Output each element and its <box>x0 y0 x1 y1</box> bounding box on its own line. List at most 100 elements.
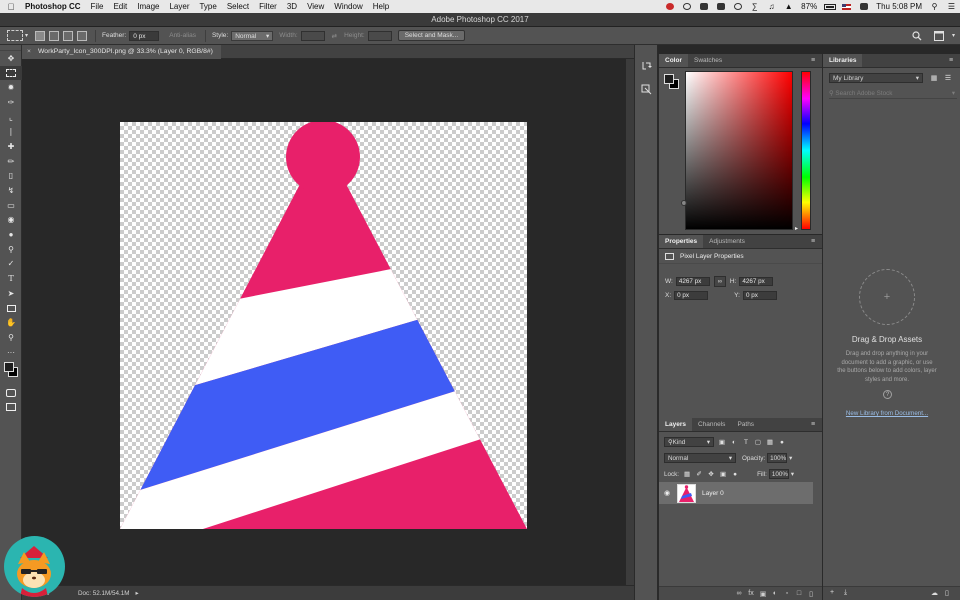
tab-paths[interactable]: Paths <box>731 418 760 431</box>
quick-mask-icon[interactable] <box>0 385 22 400</box>
spotlight-icon[interactable]: ⚲ <box>928 2 941 11</box>
list-view-icon[interactable]: ☰ <box>943 73 953 83</box>
add-content-icon[interactable]: + <box>830 589 834 596</box>
clone-stamp-tool-icon[interactable]: ▯ <box>0 169 22 184</box>
menu-edit[interactable]: Edit <box>108 2 132 11</box>
drop-zone-add-icon[interactable]: + <box>859 269 915 325</box>
pen-tool-icon[interactable]: ✓ <box>0 257 22 272</box>
grid-view-icon[interactable]: ▦ <box>929 73 939 83</box>
filter-smart-object-icon[interactable]: ▦ <box>766 438 774 446</box>
menu-filter[interactable]: Filter <box>254 2 282 11</box>
status-cloud-icon[interactable] <box>714 3 727 11</box>
saturation-brightness-field[interactable] <box>685 71 793 230</box>
lock-artboard-icon[interactable]: ▣ <box>719 470 727 478</box>
notification-center-icon[interactable]: ☰ <box>945 2 958 11</box>
trash-icon[interactable]: ▯ <box>945 589 949 597</box>
tool-preset-caret-icon[interactable]: ▾ <box>25 32 28 39</box>
document-tab[interactable]: × WorkParty_Icon_300DPI.png @ 33.3% (Lay… <box>22 45 221 59</box>
lock-position-icon[interactable]: ✥ <box>707 470 715 478</box>
filter-pixel-icon[interactable]: ▣ <box>718 438 726 446</box>
new-library-from-document-link[interactable]: New Library from Document... <box>823 410 951 417</box>
color-picker-cursor[interactable] <box>681 200 687 206</box>
menu-type[interactable]: Type <box>194 2 221 11</box>
path-selection-tool-icon[interactable]: ➤ <box>0 286 22 301</box>
canvas-vertical-scrollbar[interactable] <box>626 59 634 585</box>
quick-selection-tool-icon[interactable]: ✑ <box>0 95 22 110</box>
menu-layer[interactable]: Layer <box>164 2 194 11</box>
new-layer-icon[interactable]: □ <box>793 590 805 597</box>
status-circle-icon[interactable] <box>680 3 693 11</box>
rectangle-tool-icon[interactable] <box>0 301 22 316</box>
tab-color[interactable]: Color <box>659 54 688 67</box>
new-group-icon[interactable]: ▫ <box>781 590 793 597</box>
height-field[interactable]: 4267 px <box>739 277 774 286</box>
eraser-tool-icon[interactable]: ▭ <box>0 198 22 213</box>
tab-libraries[interactable]: Libraries <box>823 54 863 67</box>
select-and-mask-button[interactable]: Select and Mask... <box>397 30 466 41</box>
panel-menu-icon[interactable]: ≡ <box>811 421 818 428</box>
type-tool-icon[interactable]: T <box>0 271 22 286</box>
panel-menu-icon[interactable]: ≡ <box>811 238 818 245</box>
feather-input[interactable]: 0 px <box>129 30 160 41</box>
menubar-clock[interactable]: Thu 5:08 PM <box>872 2 926 11</box>
visibility-eye-icon[interactable]: ◉ <box>659 489 675 497</box>
link-layers-icon[interactable]: ∞ <box>733 590 745 597</box>
stock-search-input[interactable]: ⚲ Search Adobe Stock ▾ <box>829 89 957 99</box>
layer-row[interactable]: ◉ Layer 0 <box>659 482 813 504</box>
filter-shape-icon[interactable]: ▢ <box>754 438 762 446</box>
paint-bucket-tool-icon[interactable]: ◉ <box>0 213 22 228</box>
adjustment-layer-icon[interactable]: ◐ <box>769 590 781 597</box>
wifi-icon[interactable]: ▲ <box>782 2 795 11</box>
creative-cloud-icon[interactable]: ☁ <box>931 589 938 597</box>
tab-properties[interactable]: Properties <box>659 235 704 248</box>
library-select[interactable]: My Library ▾ <box>829 73 923 83</box>
new-selection-icon[interactable] <box>35 30 46 41</box>
panel-menu-icon[interactable]: ≡ <box>949 57 956 64</box>
blend-mode-select[interactable]: Normal ▾ <box>664 453 736 463</box>
antialias-checkbox[interactable]: Anti-alias <box>169 32 196 39</box>
menu-3d[interactable]: 3D <box>282 2 302 11</box>
status-menu-icon[interactable]: ▸ <box>135 590 138 597</box>
layer-style-icon[interactable]: fx <box>745 590 757 597</box>
input-flag-icon[interactable] <box>840 3 853 11</box>
tab-layers[interactable]: Layers <box>659 418 692 431</box>
volume-icon[interactable]: ♫ <box>765 2 778 11</box>
hue-slider[interactable] <box>801 71 811 230</box>
delete-layer-icon[interactable]: ▯ <box>805 590 817 598</box>
fill-field[interactable]: 100% <box>768 469 789 479</box>
fill-dropdown-icon[interactable]: ▾ <box>791 471 794 478</box>
filter-type-icon[interactable]: T <box>742 438 750 446</box>
foreground-background-colors[interactable] <box>0 359 22 385</box>
width-input[interactable] <box>300 30 325 41</box>
battery-icon[interactable] <box>823 3 836 11</box>
subtract-from-selection-icon[interactable] <box>63 30 74 41</box>
more-tools-icon[interactable]: ··· <box>0 345 22 360</box>
lock-image-pixels-icon[interactable]: ✐ <box>695 470 703 478</box>
lasso-tool-icon[interactable]: ✹ <box>0 80 22 95</box>
y-field[interactable]: 0 px <box>742 291 777 300</box>
status-clock-icon[interactable] <box>731 3 744 11</box>
properties-panel-icon[interactable] <box>635 77 657 101</box>
rectangular-marquee-tool-icon[interactable] <box>0 65 22 81</box>
tab-channels[interactable]: Channels <box>692 418 731 431</box>
width-field[interactable]: 4267 px <box>675 277 710 286</box>
menu-help[interactable]: Help <box>368 2 394 11</box>
height-input[interactable] <box>367 30 392 41</box>
lock-all-icon[interactable]: ● <box>731 470 739 478</box>
history-panel-icon[interactable] <box>635 53 657 77</box>
canvas-area[interactable] <box>22 59 626 585</box>
eyedropper-tool-icon[interactable]: ∣ <box>0 124 22 139</box>
marquee-tool-preset-icon[interactable] <box>7 30 23 41</box>
style-select[interactable]: Normal ▾ <box>231 30 274 41</box>
status-red-icon[interactable] <box>663 3 676 11</box>
lock-transparent-pixels-icon[interactable]: ▦ <box>683 470 691 478</box>
workspace-caret-icon[interactable]: ▾ <box>952 32 955 39</box>
layer-thumbnail[interactable] <box>677 483 696 503</box>
workspace-icon[interactable] <box>933 30 944 41</box>
status-app-icon[interactable] <box>697 3 710 11</box>
move-tool-icon[interactable]: ✥ <box>0 51 22 66</box>
hand-tool-icon[interactable]: ✋ <box>0 315 22 330</box>
bluetooth-icon[interactable]: ∑ <box>748 2 761 11</box>
menu-select[interactable]: Select <box>222 2 254 11</box>
search-icon[interactable] <box>912 30 922 41</box>
